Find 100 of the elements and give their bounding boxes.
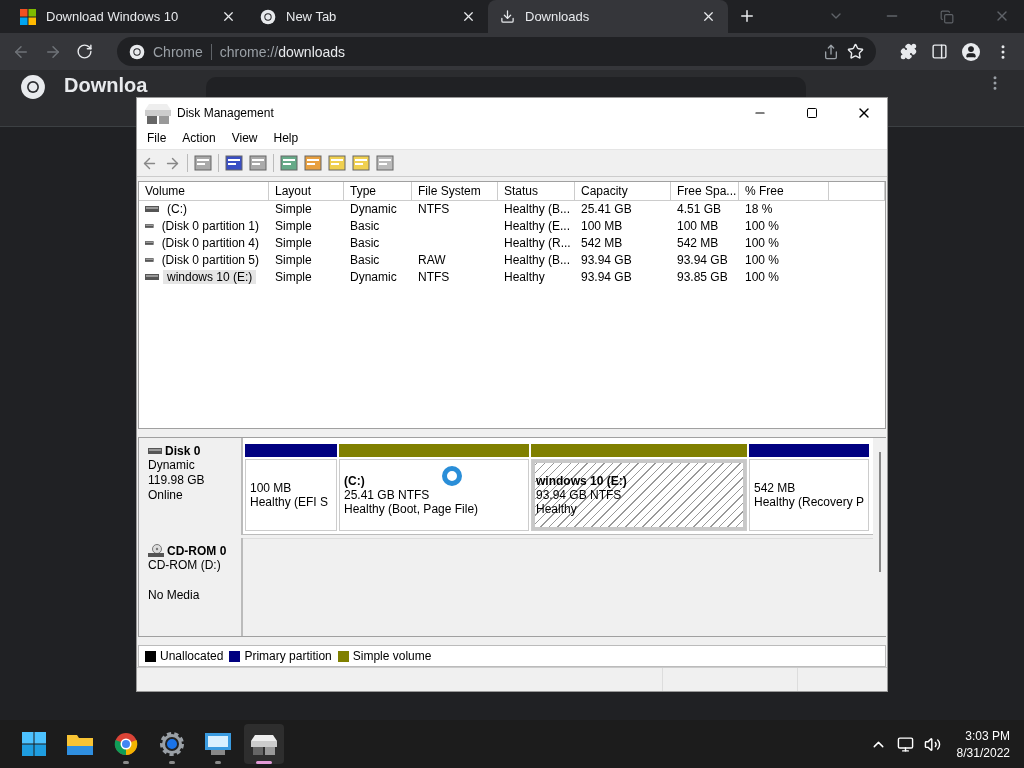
- menu-item[interactable]: File: [140, 129, 174, 147]
- column-header[interactable]: % Free: [739, 182, 829, 201]
- chrome-logo-icon: [260, 8, 276, 25]
- partition-detail: Healthy (Boot, Page File): [344, 502, 480, 516]
- disk-management-icon: [145, 101, 171, 124]
- column-header[interactable]: Capacity: [575, 182, 671, 201]
- taskbar-app[interactable]: [244, 724, 284, 764]
- partition-name: windows 10 (E:): [536, 474, 628, 488]
- table-cell: Simple: [275, 218, 312, 233]
- partition-detail: 542 MB: [754, 481, 797, 495]
- browser-tab[interactable]: Download Windows 10: [8, 0, 248, 33]
- star-icon[interactable]: [847, 43, 864, 60]
- table-cell: 542 MB: [581, 235, 623, 250]
- chrome-logo-icon: [20, 74, 46, 100]
- partition-box[interactable]: 542 MB Healthy (Recovery P: [749, 459, 869, 531]
- partition-box[interactable]: windows 10 (E:) 93.94 GB NTFS Healthy: [531, 459, 747, 531]
- windows-logo-icon: [20, 8, 36, 25]
- table-cell: 100 MB: [677, 218, 719, 233]
- table-cell: 100 %: [745, 218, 780, 233]
- restore-icon[interactable]: [940, 10, 954, 24]
- table-cell: Simple: [275, 201, 312, 216]
- partition-box[interactable]: 100 MB Healthy (EFI S: [245, 459, 337, 531]
- table-cell: 100 %: [745, 252, 780, 267]
- menu-item[interactable]: Help: [266, 129, 306, 147]
- legend-label: Simple volume: [352, 649, 432, 663]
- drive-label[interactable]: (C:): [163, 201, 191, 216]
- column-header[interactable]: Status: [498, 182, 575, 201]
- download-icon: [500, 9, 515, 24]
- control-panel-icon: [205, 733, 231, 755]
- table-cell: NTFS: [418, 269, 450, 284]
- menu-item[interactable]: Action: [175, 129, 223, 147]
- table-cell: 93.85 GB: [677, 269, 728, 284]
- drive-label[interactable]: (Disk 0 partition 1): [157, 218, 263, 233]
- close-icon[interactable]: [461, 9, 476, 24]
- network-icon[interactable]: [896, 735, 914, 753]
- disk-detail: 119.98 GB: [148, 473, 205, 487]
- partition-detail: Healthy (EFI S: [250, 495, 330, 509]
- table-cell: 100 %: [745, 269, 780, 284]
- window-title: Disk Management: [177, 105, 275, 120]
- partition-detail: Healthy (Recovery P: [754, 495, 864, 509]
- volume-icon[interactable]: [923, 735, 941, 753]
- table-cell: Healthy (R...: [504, 235, 571, 250]
- disk-name: Disk 0: [148, 444, 232, 458]
- browser-tab[interactable]: New Tab: [248, 0, 488, 33]
- site-label: Chrome: [153, 43, 203, 60]
- disk-detail: Online: [148, 488, 183, 502]
- partition-detail: 93.94 GB NTFS: [536, 488, 623, 502]
- table-cell: 4.51 GB: [677, 201, 722, 216]
- address-bar[interactable]: Chrome chrome://downloads: [117, 37, 876, 66]
- partition-box[interactable]: (C:) 25.41 GB NTFS Healthy (Boot, Page File): [339, 459, 529, 531]
- clock-date: 8/31/2022: [956, 745, 1010, 760]
- table-cell: Basic: [350, 218, 380, 233]
- close-icon[interactable]: [701, 9, 716, 24]
- drive-label[interactable]: (Disk 0 partition 4): [157, 235, 263, 250]
- table-cell: 93.94 GB: [581, 269, 632, 284]
- table-cell: Simple: [275, 269, 312, 284]
- drive-label[interactable]: windows 10 (E:): [163, 269, 257, 284]
- table-cell: 542 MB: [677, 235, 719, 250]
- gear-icon: [159, 731, 185, 757]
- legend-label: Unallocated: [160, 649, 224, 663]
- drive-icon: [145, 204, 159, 213]
- scrollbar-thumb[interactable]: [878, 452, 881, 572]
- table-cell: Healthy (B...: [504, 252, 571, 267]
- table-cell: RAW: [418, 252, 446, 267]
- table-cell: 100 MB: [581, 218, 623, 233]
- partition-name: (C:): [344, 474, 366, 488]
- url-text: chrome://downloads: [219, 43, 346, 60]
- table-cell: Simple: [275, 235, 312, 250]
- table-cell: 18 %: [745, 201, 773, 216]
- partition-detail: 25.41 GB NTFS: [344, 488, 431, 502]
- search-field[interactable]: [206, 77, 806, 98]
- table-cell: Simple: [275, 252, 312, 267]
- column-header[interactable]: File System: [412, 182, 498, 201]
- maximize-icon[interactable]: [806, 106, 818, 119]
- partition-detail: Healthy: [536, 502, 578, 516]
- legend-label: Primary partition: [244, 649, 332, 663]
- browser-tab[interactable]: Downloads: [488, 0, 728, 33]
- chrome-logo-icon: [129, 43, 145, 60]
- table-cell: Basic: [350, 235, 380, 250]
- cd-drive-icon: [148, 544, 164, 558]
- table-cell: Healthy (B...: [504, 201, 571, 216]
- close-icon[interactable]: [221, 9, 236, 24]
- column-header[interactable]: Type: [344, 182, 412, 201]
- column-header[interactable]: Volume: [139, 182, 269, 201]
- disk-detail: Dynamic: [148, 458, 195, 472]
- profile-icon[interactable]: [962, 42, 980, 61]
- side-panel-icon[interactable]: [931, 43, 948, 60]
- puzzle-icon[interactable]: [900, 43, 917, 60]
- table-cell: 93.94 GB: [677, 252, 728, 267]
- table-cell: Healthy: [504, 269, 545, 284]
- new-tab-icon[interactable]: [738, 7, 756, 25]
- menu-item[interactable]: View: [224, 129, 265, 147]
- reload-icon[interactable]: [76, 43, 93, 60]
- drive-label[interactable]: (Disk 0 partition 5): [157, 252, 263, 267]
- clock-time: 3:03 PM: [965, 728, 1010, 743]
- column-header[interactable]: Free Spa...: [671, 182, 739, 201]
- share-icon[interactable]: [823, 43, 839, 60]
- column-header[interactable]: Layout: [269, 182, 344, 201]
- column-header-filler: [829, 182, 885, 201]
- disk-detail: CD-ROM (D:): [148, 558, 221, 572]
